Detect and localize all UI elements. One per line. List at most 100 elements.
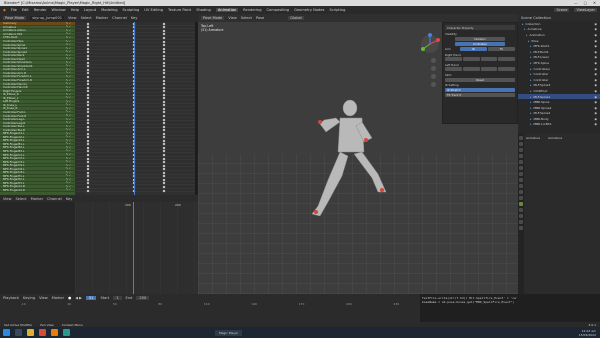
channel-lock-icon[interactable]: ✎ ✓ bbox=[66, 61, 71, 64]
scene-selector[interactable]: Scene bbox=[554, 8, 570, 12]
visibility-eye-icon[interactable]: ◉ bbox=[594, 117, 597, 121]
channel-lock-icon[interactable]: ✎ ✓ bbox=[66, 118, 71, 121]
workspace-tab-compositing[interactable]: Compositing bbox=[267, 8, 290, 12]
workspace-tab-rendering[interactable]: Rendering bbox=[243, 8, 261, 12]
view-layer-tab-icon[interactable] bbox=[519, 154, 523, 158]
graph-menu-view[interactable]: View bbox=[3, 197, 12, 201]
record-button[interactable]: ● bbox=[68, 296, 71, 300]
fk-track-slider[interactable]: FK Track 0 bbox=[445, 93, 515, 97]
graph-channel-region[interactable] bbox=[0, 202, 75, 294]
texture-tab-icon[interactable] bbox=[519, 226, 523, 230]
dope-menu-key[interactable]: Key bbox=[131, 16, 138, 20]
active-app-label[interactable]: Magic Player bbox=[215, 329, 243, 336]
character-model[interactable] bbox=[298, 94, 408, 234]
visibility-eye-icon[interactable]: ◉ bbox=[594, 106, 597, 110]
visibility-eye-icon[interactable]: ◉ bbox=[594, 83, 597, 87]
ik-stretch-slider[interactable]: IK Stretch bbox=[445, 88, 515, 92]
python-console[interactable]: TextFile.write(str(f.hd)) Hit.Spellfire_… bbox=[420, 294, 600, 322]
graph-menu-key[interactable]: Key bbox=[66, 197, 73, 201]
keying-menu[interactable]: Keying bbox=[23, 296, 35, 300]
action-selector[interactable]: skyrup_Jump001 bbox=[30, 16, 65, 20]
visibility-eye-icon[interactable]: ◉ bbox=[594, 22, 597, 26]
channel-lock-icon[interactable]: ✎ ✓ bbox=[66, 107, 71, 110]
close-button[interactable]: ✕ bbox=[593, 1, 596, 5]
graph-menu-channel[interactable]: Channel bbox=[47, 197, 62, 201]
right-hand-pose-2[interactable] bbox=[462, 57, 480, 61]
channel-lock-icon[interactable]: ✎ ✓ bbox=[66, 75, 71, 78]
visibility-eye-icon[interactable]: ◉ bbox=[594, 27, 597, 31]
windows-start-icon[interactable] bbox=[3, 329, 10, 336]
visibility-eye-icon[interactable]: ◉ bbox=[594, 122, 597, 126]
dope-menu-view[interactable]: View bbox=[68, 16, 77, 20]
play-button[interactable]: ◀ ▶ bbox=[75, 296, 82, 300]
channel-lock-icon[interactable]: ✎ ✓ bbox=[66, 71, 71, 74]
keyframe[interactable] bbox=[86, 189, 90, 192]
channel-lock-icon[interactable]: ✎ ✓ bbox=[66, 43, 71, 46]
outliner-row[interactable]: ▸ MBR.Ld.Bit1 ◉ bbox=[518, 122, 600, 128]
left-hand-pose-1[interactable] bbox=[445, 67, 462, 71]
menu-file[interactable]: File bbox=[11, 8, 17, 12]
menu-help[interactable]: Help bbox=[71, 8, 79, 12]
channel-row[interactable]: MFK.FingerA2.R ✎ ✓ bbox=[0, 188, 75, 193]
left-hand-pose-2[interactable] bbox=[462, 67, 480, 71]
minimize-button[interactable]: — bbox=[574, 1, 578, 5]
workspace-tab-geometry-nodes[interactable]: Geometry Nodes bbox=[294, 8, 324, 12]
blender-logo-icon[interactable]: ◆ bbox=[3, 8, 6, 12]
visibility-eye-icon[interactable]: ◉ bbox=[594, 61, 597, 65]
channel-lock-icon[interactable]: ✎ ✓ bbox=[66, 171, 71, 174]
workspace-tab-uv-editing[interactable]: UV Editing bbox=[144, 8, 163, 12]
pan-hand-icon[interactable] bbox=[431, 66, 436, 71]
visibility-eye-icon[interactable]: ◉ bbox=[594, 33, 597, 37]
blender-icon[interactable] bbox=[51, 329, 58, 336]
channel-lock-icon[interactable]: ✎ ✓ bbox=[66, 50, 71, 53]
workspace-tab-layout[interactable]: Layout bbox=[84, 8, 96, 12]
visibility-eye-icon[interactable]: ◉ bbox=[594, 67, 597, 71]
ik-button[interactable]: IK bbox=[460, 47, 487, 51]
graph-canvas[interactable]: 100 200 bbox=[75, 202, 198, 294]
scene-tab-icon[interactable] bbox=[519, 160, 523, 164]
visibility-eye-icon[interactable]: ◉ bbox=[594, 100, 597, 104]
channel-lock-icon[interactable]: ✎ ✓ bbox=[66, 40, 71, 43]
keyframe[interactable] bbox=[162, 189, 166, 192]
fk-button[interactable]: FK bbox=[488, 47, 515, 51]
right-hand-pose-1[interactable] bbox=[445, 57, 462, 61]
channel-lock-icon[interactable]: ✎ ✓ bbox=[66, 25, 71, 28]
physics-tab-icon[interactable] bbox=[519, 190, 523, 194]
workspace-tab-modeling[interactable]: Modeling bbox=[101, 8, 117, 12]
visibility-eye-icon[interactable]: ◉ bbox=[594, 50, 597, 54]
channel-lock-icon[interactable]: ✎ ✓ bbox=[66, 153, 71, 156]
channel-lock-icon[interactable]: ✎ ✓ bbox=[66, 142, 71, 145]
visibility-eye-icon[interactable]: ◉ bbox=[594, 44, 597, 48]
visibility-eye-icon[interactable]: ◉ bbox=[594, 72, 597, 76]
channel-lock-icon[interactable]: ✎ ✓ bbox=[66, 125, 71, 128]
dope-menu-channel[interactable]: Channel bbox=[112, 16, 127, 20]
workspace-tab-shading[interactable]: Shading bbox=[196, 8, 211, 12]
bone-constraint-tab-icon[interactable] bbox=[519, 214, 523, 218]
particles-tab-icon[interactable] bbox=[519, 184, 523, 188]
channel-lock-icon[interactable]: ✎ ✓ bbox=[66, 64, 71, 67]
channel-lock-icon[interactable]: ✎ ✓ bbox=[66, 93, 71, 96]
grid-icon[interactable] bbox=[431, 82, 436, 87]
dope-row[interactable] bbox=[75, 189, 195, 193]
channel-lock-icon[interactable]: ✎ ✓ bbox=[66, 178, 71, 181]
graph-menu-marker[interactable]: Marker bbox=[31, 197, 43, 201]
current-frame-field[interactable]: 51 bbox=[85, 295, 97, 300]
navigation-gizmo[interactable] bbox=[418, 32, 442, 56]
channel-lock-icon[interactable]: ✎ ✓ bbox=[66, 32, 71, 35]
workspace-tab-scripting[interactable]: Scripting bbox=[329, 8, 345, 12]
channel-lock-icon[interactable]: ✎ ✓ bbox=[66, 114, 71, 117]
visibility-eye-icon[interactable]: ◉ bbox=[594, 95, 597, 99]
channel-lock-icon[interactable]: ✎ ✓ bbox=[66, 79, 71, 82]
constraints-tab-icon[interactable] bbox=[519, 196, 523, 200]
workspace-tab-texture-paint[interactable]: Texture Paint bbox=[168, 8, 191, 12]
channel-lock-icon[interactable]: ✎ ✓ bbox=[66, 181, 71, 184]
output-tab-icon[interactable] bbox=[519, 148, 523, 152]
left-hand-pose-4[interactable] bbox=[498, 67, 515, 71]
playhead[interactable] bbox=[134, 22, 135, 195]
mode-selector[interactable]: Pose Mode bbox=[201, 16, 225, 20]
channel-lock-icon[interactable]: ✎ ✓ bbox=[66, 86, 71, 89]
channel-lock-icon[interactable]: ✎ ✓ bbox=[66, 132, 71, 135]
search-icon[interactable] bbox=[15, 329, 22, 336]
visibility-eye-icon[interactable]: ◉ bbox=[594, 55, 597, 59]
material-tab-icon[interactable] bbox=[519, 220, 523, 224]
